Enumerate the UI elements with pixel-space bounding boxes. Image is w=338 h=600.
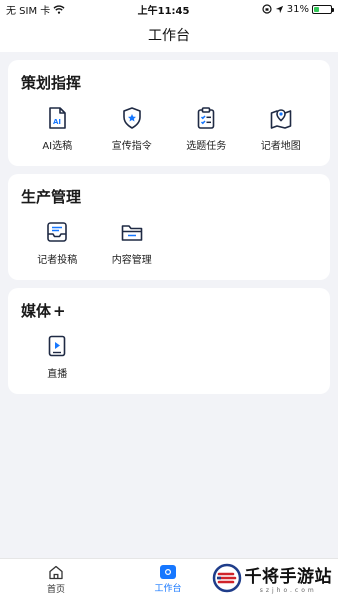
watermark-domain: szjho.com <box>259 587 317 594</box>
reporter-map-label: 记者地图 <box>260 141 301 152</box>
location-icon <box>275 5 283 13</box>
topic-task-label: 选题任务 <box>186 141 227 152</box>
main-content: 策划指挥 AI AI选稿 宣传指令 选题任务 记者地图 生产管理 记者投稿 内容… <box>0 52 338 394</box>
clipboard-checklist-icon <box>197 107 215 129</box>
section-title: 媒体 + <box>21 300 318 321</box>
watermark: 千将手游站 szjho.com <box>212 562 333 594</box>
page-title: 工作台 <box>148 28 190 44</box>
ai-select-button[interactable]: AI AI选稿 <box>20 105 95 152</box>
battery-percent: 31% <box>286 3 309 15</box>
content-management-button[interactable]: 内容管理 <box>95 219 170 266</box>
inbox-document-icon <box>47 222 68 242</box>
content-management-label: 内容管理 <box>111 255 152 266</box>
section-title-suffix: + <box>53 302 66 320</box>
section-title-text: 媒体 <box>21 302 52 320</box>
status-time: 上午11:45 <box>137 5 190 17</box>
map-pin-icon <box>270 109 292 129</box>
live-play-icon <box>48 335 66 357</box>
svg-text:AI: AI <box>53 118 61 126</box>
folder-icon <box>121 225 143 241</box>
reporter-map-button[interactable]: 记者地图 <box>244 105 319 152</box>
live-broadcast-label: 直播 <box>47 369 68 380</box>
section-title: 策划指挥 <box>21 74 82 92</box>
section-media: 媒体 + 直播 <box>8 288 330 394</box>
shield-star-icon <box>122 107 141 129</box>
rotation-lock-icon <box>262 4 272 14</box>
tab-workbench-label: 工作台 <box>154 584 182 594</box>
status-bar: 无 SIM 卡 上午11:45 31% <box>0 0 338 18</box>
home-icon <box>49 565 63 579</box>
ai-select-label: AI选稿 <box>42 141 73 152</box>
battery-fill <box>314 6 319 12</box>
workbench-icon <box>160 565 176 579</box>
tab-workbench[interactable]: 工作台 <box>112 559 224 600</box>
reporter-submission-button[interactable]: 记者投稿 <box>20 219 95 266</box>
section-title: 生产管理 <box>21 188 82 206</box>
live-broadcast-button[interactable]: 直播 <box>20 333 95 380</box>
watermark-logo <box>212 563 241 593</box>
carrier-label: 无 SIM 卡 <box>6 5 51 17</box>
battery-icon <box>312 4 334 14</box>
wifi-icon <box>53 4 65 14</box>
reporter-submission-label: 记者投稿 <box>37 255 78 266</box>
nav-bar: 工作台 <box>0 18 338 52</box>
propaganda-directive-label: 宣传指令 <box>111 141 152 152</box>
topic-task-button[interactable]: 选题任务 <box>169 105 244 152</box>
tab-home-label: 首页 <box>46 584 65 595</box>
ai-document-icon: AI <box>49 107 67 129</box>
section-planning: 策划指挥 AI AI选稿 宣传指令 选题任务 记者地图 <box>8 60 330 166</box>
tab-home[interactable]: 首页 <box>0 559 112 600</box>
section-production: 生产管理 记者投稿 内容管理 <box>8 174 330 280</box>
watermark-text: 千将手游站 <box>244 567 332 587</box>
propaganda-directive-button[interactable]: 宣传指令 <box>95 105 170 152</box>
